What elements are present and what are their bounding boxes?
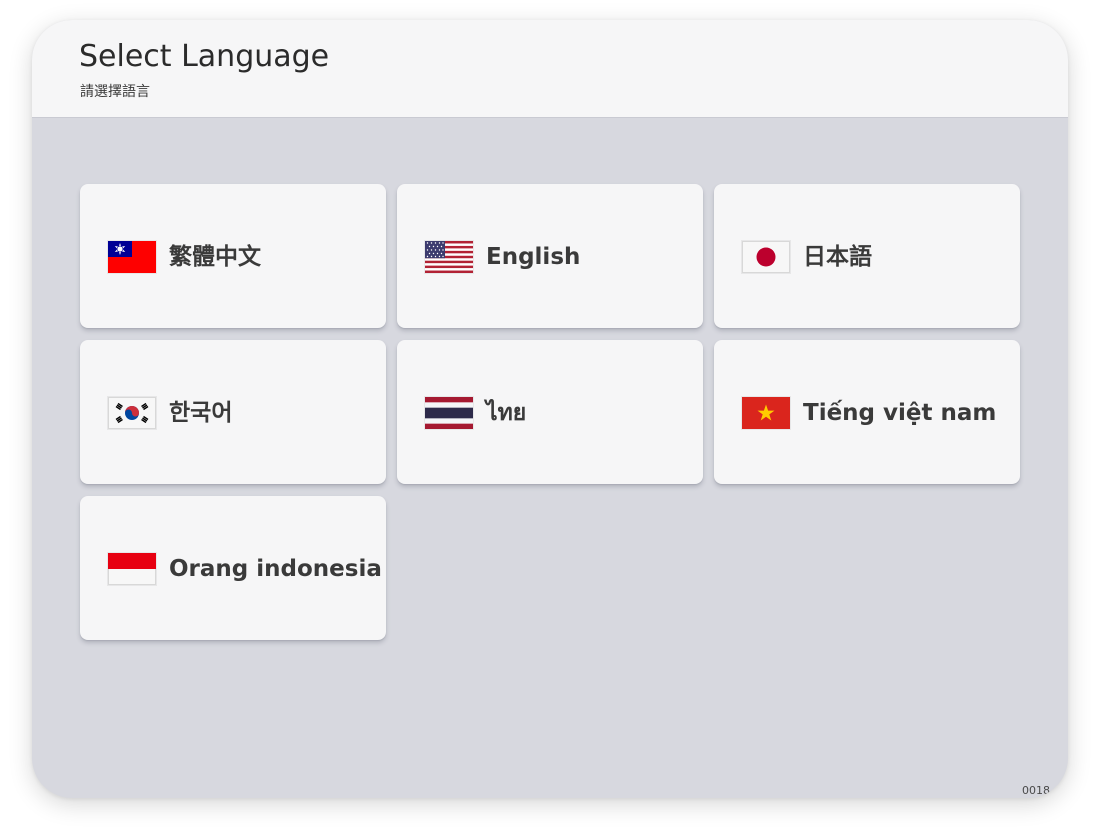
- vietnam-flag-icon: [742, 397, 790, 429]
- taiwan-flag-icon: [108, 241, 156, 273]
- language-label: Orang indonesia: [169, 556, 382, 582]
- language-option-english[interactable]: English: [397, 184, 703, 328]
- version-label: 0018: [1022, 784, 1050, 797]
- thailand-flag-icon: [425, 397, 473, 429]
- language-option-korean[interactable]: 한국어: [80, 340, 386, 484]
- korea-flag-icon: [108, 397, 156, 429]
- language-label: 繁體中文: [169, 244, 261, 270]
- language-option-japanese[interactable]: 日本語: [714, 184, 1020, 328]
- language-label: 日本語: [803, 244, 872, 270]
- page-title: Select Language: [79, 39, 330, 74]
- language-label: English: [486, 244, 581, 270]
- language-label: Tiếng việt nam: [803, 400, 997, 426]
- language-option-vietnamese[interactable]: Tiếng việt nam: [714, 340, 1020, 484]
- language-option-chinese-traditional[interactable]: 繁體中文: [80, 184, 386, 328]
- japan-flag-icon: [742, 241, 790, 273]
- app-window: Select Language 請選擇語言 繁體中文 English 日本語 한…: [32, 20, 1068, 798]
- usa-flag-icon: [425, 241, 473, 273]
- indonesia-flag-icon: [108, 553, 156, 585]
- language-option-thai[interactable]: ไทย: [397, 340, 703, 484]
- page-header: Select Language 請選擇語言: [32, 20, 1068, 118]
- language-option-indonesian[interactable]: Orang indonesia: [80, 496, 386, 640]
- language-label: 한국어: [169, 400, 233, 426]
- language-label: ไทย: [486, 400, 527, 426]
- page-subtitle: 請選擇語言: [80, 84, 150, 100]
